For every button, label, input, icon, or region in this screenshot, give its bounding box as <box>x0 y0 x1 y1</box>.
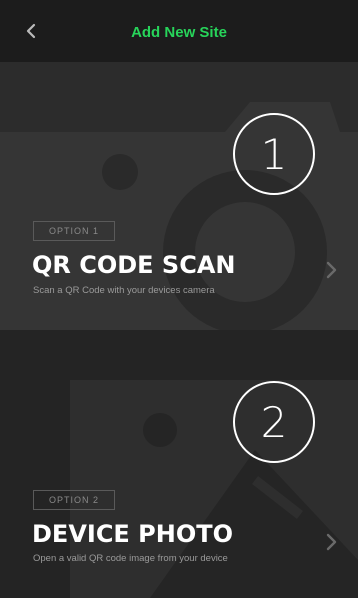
option-badge: OPTION 1 <box>33 221 115 241</box>
option-title: QR CODE SCAN <box>32 251 236 279</box>
step-2-number: 2 <box>261 398 288 447</box>
option-card-device-photo[interactable]: 2 OPTION 2 DEVICE PHOTO Open a valid QR … <box>0 330 358 598</box>
option-subtitle: Open a valid QR code image from your dev… <box>33 553 228 564</box>
step-1-number: 1 <box>261 130 288 179</box>
option-badge: OPTION 2 <box>33 490 115 510</box>
step-2-circle: 2 <box>233 381 315 463</box>
option-title: DEVICE PHOTO <box>32 520 234 548</box>
chevron-right-icon <box>326 533 337 551</box>
step-1-circle: 1 <box>233 113 315 195</box>
option-subtitle: Scan a QR Code with your devices camera <box>33 285 215 296</box>
chevron-right-icon <box>326 261 337 279</box>
page-title: Add New Site <box>131 24 227 41</box>
header-bar: Add New Site <box>0 0 358 62</box>
option-card-qr-scan[interactable]: 1 OPTION 1 QR CODE SCAN Scan a QR Code w… <box>0 62 358 330</box>
